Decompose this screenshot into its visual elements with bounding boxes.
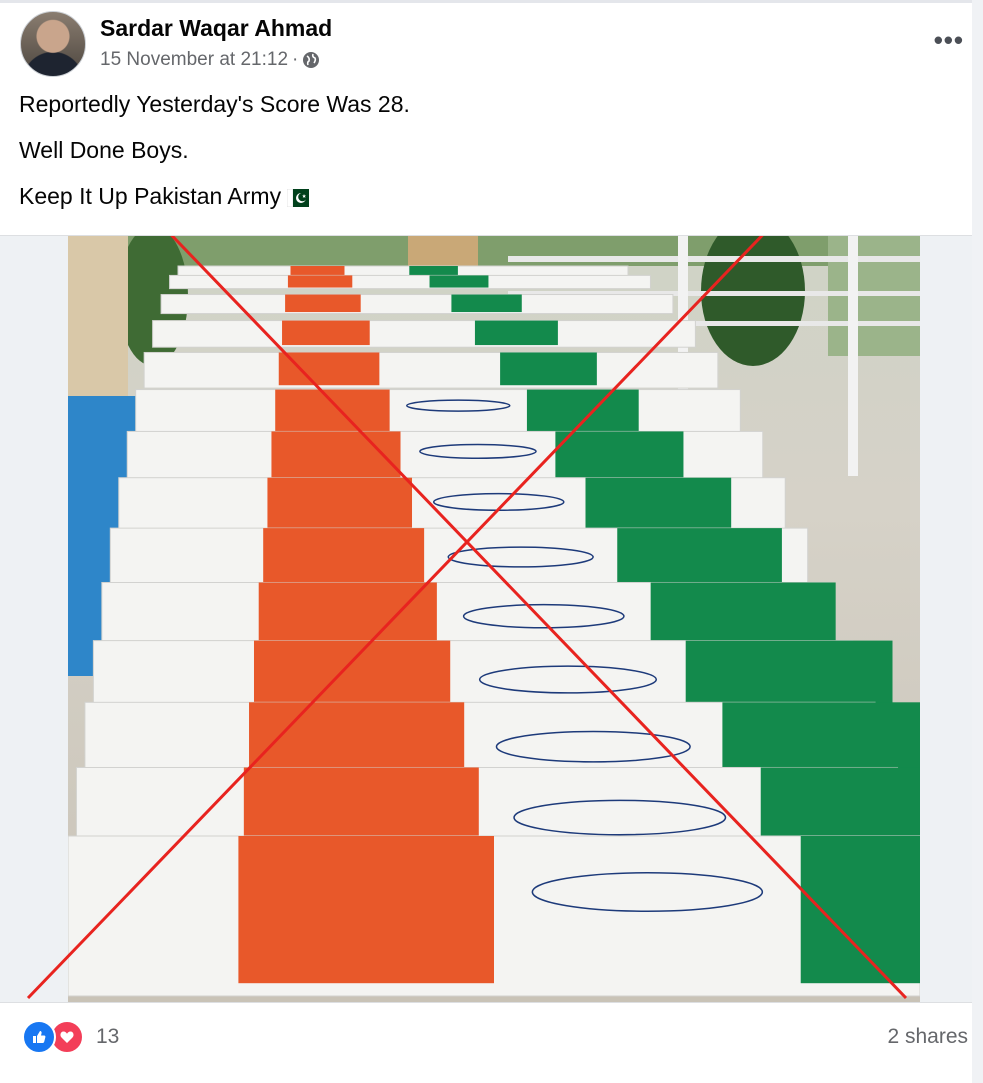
like-icon[interactable] xyxy=(22,1020,56,1054)
post-text: Reportedly Yesterday's Score Was 28. Wel… xyxy=(19,91,959,232)
globe-icon[interactable] xyxy=(302,51,320,69)
post-line-1: Reportedly Yesterday's Score Was 28. xyxy=(19,91,410,117)
timestamp[interactable]: 15 November at 21:12 xyxy=(100,49,288,71)
more-options-icon[interactable]: ••• xyxy=(934,25,964,56)
post-line-2: Well Done Boys. xyxy=(19,137,189,163)
author-name[interactable]: Sardar Waqar Ahmad xyxy=(100,15,332,42)
coffins-photo xyxy=(68,236,920,1002)
post-photo[interactable] xyxy=(68,236,920,1002)
meta-separator: · xyxy=(292,49,299,70)
post-footer: 13 2 shares xyxy=(0,1003,972,1083)
post-header: Sardar Waqar Ahmad 15 November at 21:12 … xyxy=(20,11,970,81)
avatar[interactable] xyxy=(20,11,86,77)
post-media[interactable] xyxy=(0,235,972,1003)
facebook-post: Sardar Waqar Ahmad 15 November at 21:12 … xyxy=(0,0,972,1083)
shares-count[interactable]: 2 shares xyxy=(887,1025,968,1049)
reactions-summary[interactable]: 13 xyxy=(22,1020,119,1054)
reaction-count[interactable]: 13 xyxy=(96,1025,119,1049)
post-meta: 15 November at 21:12 · xyxy=(100,49,320,71)
pakistan-flag-icon xyxy=(286,186,310,212)
post-line-3: Keep It Up Pakistan Army xyxy=(19,183,959,212)
